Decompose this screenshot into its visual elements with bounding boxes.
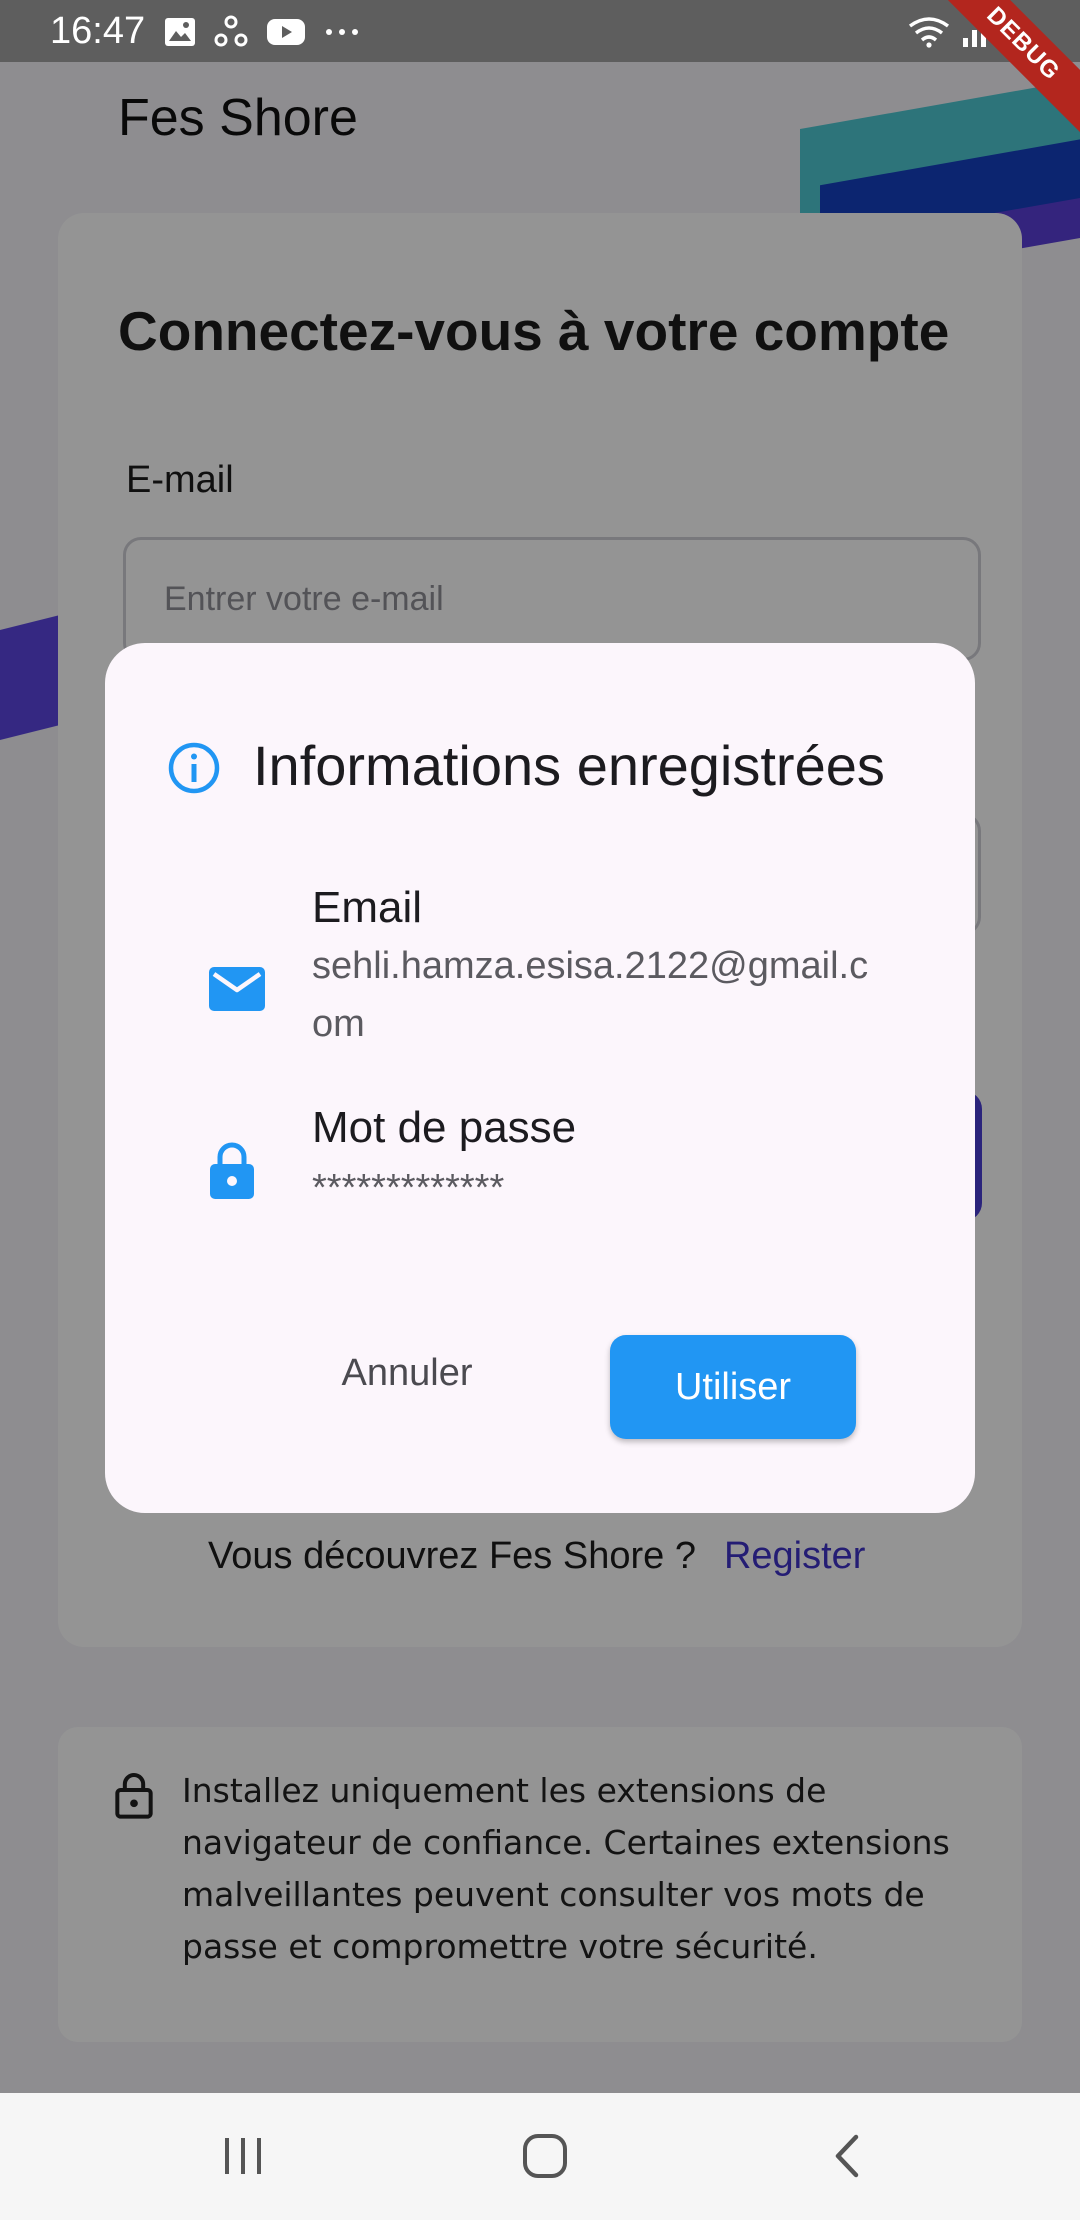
info-icon — [168, 742, 220, 794]
home-icon — [523, 2134, 567, 2178]
use-button[interactable]: Utiliser — [610, 1335, 856, 1439]
cancel-button[interactable]: Annuler — [317, 1333, 497, 1413]
saved-info-dialog: Informations enregistrées Email sehli.ha… — [105, 643, 975, 1513]
gallery-icon — [165, 18, 195, 46]
back-icon — [835, 2134, 859, 2178]
notification-icons — [164, 14, 360, 50]
dialog-title: Informations enregistrées — [253, 734, 885, 797]
sync-icon — [214, 15, 248, 47]
lock-icon — [210, 1142, 254, 1199]
wifi-icon — [908, 17, 950, 48]
youtube-icon — [267, 19, 305, 45]
back-button[interactable] — [812, 2123, 882, 2189]
email-icon — [209, 967, 265, 1011]
navigation-bar — [0, 2093, 1080, 2220]
home-button[interactable] — [510, 2123, 580, 2189]
recents-button[interactable] — [208, 2123, 278, 2189]
email-value: sehli.hamza.esisa.2122@gmail.com — [312, 945, 869, 1045]
password-value: ************* — [312, 1167, 505, 1209]
password-credential-row: Mot de passe ************* — [105, 1103, 975, 1223]
email-credential-row: Email sehli.hamza.esisa.2122@gmail.com — [105, 873, 975, 1053]
password-label: Mot de passe — [312, 1103, 577, 1152]
recents-icon — [225, 2138, 261, 2174]
status-time: 16:47 — [50, 10, 146, 52]
more-dots-icon — [326, 29, 358, 35]
status-bar: 16:47 DEBUG — [0, 0, 1080, 141]
email-label: Email — [312, 883, 423, 932]
